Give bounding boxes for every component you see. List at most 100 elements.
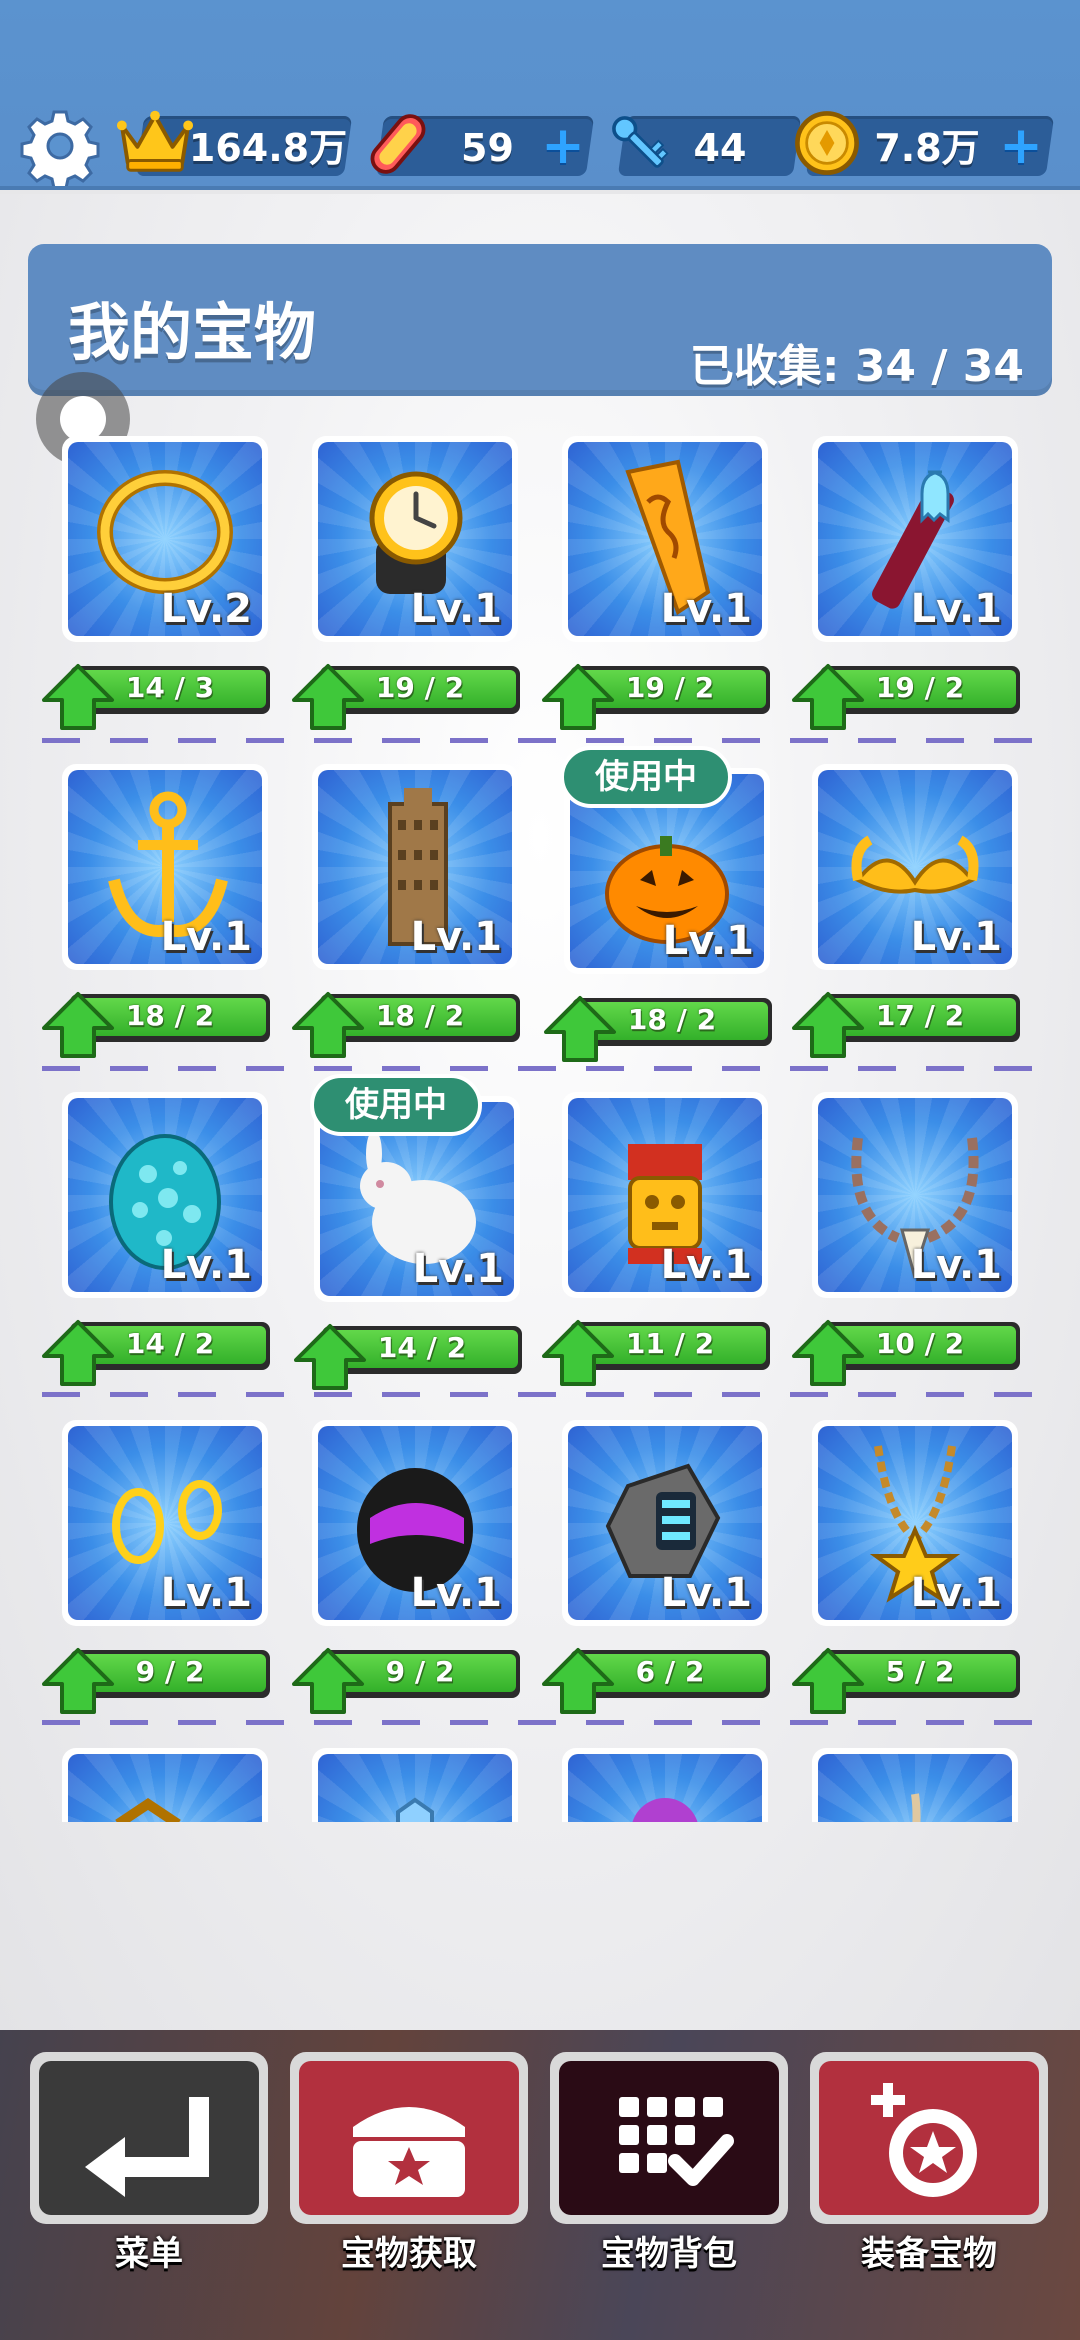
upgrade-arrow-icon	[792, 992, 864, 1058]
collected-count: 已收集: 34 / 34	[689, 341, 1024, 392]
upgrade-arrow-icon	[42, 1648, 114, 1714]
add-coins-button[interactable]: +	[996, 118, 1046, 174]
hoverboard-count: 59	[461, 126, 514, 170]
upgrade-arrow-icon	[792, 1648, 864, 1714]
treasure-tile-hex-gadget[interactable]: Lv.1	[562, 1420, 768, 1626]
partial-item-4-icon	[911, 1793, 921, 1822]
treasure-tile-golden-anchor[interactable]: Lv.1	[62, 764, 268, 970]
treasure-tile-background	[818, 1754, 1012, 1822]
upgrade-progress[interactable]: 11 / 2	[540, 1318, 770, 1386]
treasure-tile-background: Lv.1	[818, 442, 1012, 636]
upgrade-progress[interactable]: 5 / 2	[790, 1646, 1020, 1714]
treasure-level: Lv.1	[910, 914, 1002, 960]
treasure-tile-background	[68, 1754, 262, 1822]
treasure-bag-button[interactable]	[550, 2052, 788, 2224]
get-treasure-label: 宝物获取	[341, 2234, 477, 2274]
upgrade-arrow-icon	[542, 664, 614, 730]
menu-button[interactable]	[30, 2052, 268, 2224]
treasure-tile-partial-item-2[interactable]	[312, 1748, 518, 1822]
upgrade-progress[interactable]: 18 / 2	[542, 994, 772, 1062]
upgrade-arrow-icon	[792, 664, 864, 730]
upgrade-progress[interactable]: 14 / 2	[40, 1318, 270, 1386]
treasure-level: Lv.1	[160, 914, 252, 960]
treasure-level: Lv.1	[660, 1570, 752, 1616]
upgrade-progress[interactable]: 18 / 2	[290, 990, 520, 1058]
coin-icon	[795, 111, 859, 175]
return-arrow-icon	[85, 2097, 209, 2197]
key-icon	[612, 116, 669, 168]
hoverboard-icon	[370, 114, 426, 174]
menu-label: 菜单	[115, 2234, 183, 2274]
treasure-grid: Lv.2 14 / 3 Lv.1 19 / 2 Lv.1 19 / 2 Lv.1 19 / 2…	[0, 420, 1080, 1822]
treasure-tile-background: Lv.1	[318, 442, 512, 636]
get-treasure-button[interactable]	[290, 2052, 528, 2224]
upgrade-arrow-icon	[792, 1320, 864, 1386]
crown-score-value: 164.8万	[188, 126, 348, 170]
upgrade-progress[interactable]: 9 / 2	[290, 1646, 520, 1714]
treasure-tile-golden-ring[interactable]: Lv.2	[62, 436, 268, 642]
treasure-level: Lv.1	[160, 1242, 252, 1288]
treasure-level: Lv.1	[412, 1246, 504, 1292]
upgrade-progress[interactable]: 19 / 2	[540, 662, 770, 730]
treasure-tile-background: Lv.1	[818, 1098, 1012, 1292]
treasure-level: Lv.1	[410, 586, 502, 632]
treasure-tile-purple-helmet[interactable]: Lv.1	[312, 1420, 518, 1626]
upgrade-progress[interactable]: 14 / 3	[40, 662, 270, 730]
upgrade-arrow-icon	[542, 1320, 614, 1386]
treasure-tile-background: Lv.1	[818, 770, 1012, 964]
add-hoverboard-button[interactable]: +	[538, 118, 588, 174]
upgrade-progress[interactable]: 19 / 2	[290, 662, 520, 730]
treasure-tile-background: Lv.1	[68, 1098, 262, 1292]
upgrade-progress[interactable]: 14 / 2	[292, 1322, 522, 1390]
treasure-tile-background: Lv.1	[318, 1426, 512, 1620]
treasure-tile-golden-scroll[interactable]: Lv.1	[562, 436, 768, 642]
in-use-badge: 使用中	[560, 746, 732, 808]
key-count: 44	[693, 126, 747, 170]
upgrade-progress[interactable]: 9 / 2	[40, 1646, 270, 1714]
upgrade-progress[interactable]: 6 / 2	[540, 1646, 770, 1714]
grid-check-icon	[619, 2097, 734, 2186]
page-title: 我的宝物	[68, 296, 317, 369]
in-use-badge: 使用中	[310, 1074, 482, 1136]
treasure-level: Lv.1	[662, 918, 754, 964]
upgrade-arrow-icon	[42, 1320, 114, 1386]
treasure-bag-label: 宝物背包	[601, 2234, 737, 2274]
treasure-tile-golden-mustache[interactable]: Lv.1	[812, 764, 1018, 970]
treasure-tile-golden-idol[interactable]: Lv.1	[562, 1092, 768, 1298]
upgrade-progress[interactable]: 17 / 2	[790, 990, 1020, 1058]
treasure-tile-partial-item-1[interactable]	[62, 1748, 268, 1822]
upgrade-arrow-icon	[42, 992, 114, 1058]
row-divider	[42, 1720, 1042, 1725]
equip-treasure-label: 装备宝物	[861, 2234, 997, 2274]
upgrade-arrow-icon	[292, 992, 364, 1058]
treasure-tile-star-necklace[interactable]: Lv.1	[812, 1420, 1018, 1626]
treasure-tile-partial-item-3[interactable]	[562, 1748, 768, 1822]
treasure-tile-partial-item-4[interactable]	[812, 1748, 1018, 1822]
upgrade-arrow-icon	[292, 1648, 364, 1714]
treasure-tile-golden-earrings[interactable]: Lv.1	[62, 1420, 268, 1626]
treasure-tile-ring-watch[interactable]: Lv.1	[312, 436, 518, 642]
equip-treasure-button[interactable]	[810, 2052, 1048, 2224]
treasure-tile-skyscraper[interactable]: Lv.1	[312, 764, 518, 970]
treasure-tile-tooth-necklace[interactable]: Lv.1	[812, 1092, 1018, 1298]
row-divider	[42, 1392, 1042, 1397]
treasure-chest-icon	[353, 2107, 465, 2197]
treasure-level: Lv.1	[910, 1570, 1002, 1616]
treasure-level: Lv.1	[410, 914, 502, 960]
upgrade-progress[interactable]: 19 / 2	[790, 662, 1020, 730]
treasure-tile-background: Lv.1	[818, 1426, 1012, 1620]
treasure-tile-background: Lv.1	[568, 1426, 762, 1620]
equip-treasure-icon	[871, 2083, 977, 2197]
treasure-tile-background: Lv.1	[568, 1098, 762, 1292]
treasure-tile-background: Lv.2	[68, 442, 262, 636]
gear-icon[interactable]	[20, 106, 100, 186]
treasure-tile-ghost-wand[interactable]: Lv.1	[812, 436, 1018, 642]
upgrade-progress[interactable]: 18 / 2	[40, 990, 270, 1058]
upgrade-progress[interactable]: 10 / 2	[790, 1318, 1020, 1386]
treasure-tile-spotted-egg[interactable]: Lv.1	[62, 1092, 268, 1298]
partial-item-1-icon	[115, 1797, 181, 1822]
treasure-tile-background	[568, 1754, 762, 1822]
treasure-tile-background: Lv.1	[68, 1426, 262, 1620]
coin-count: 7.8万	[874, 126, 980, 170]
row-divider	[42, 738, 1042, 743]
